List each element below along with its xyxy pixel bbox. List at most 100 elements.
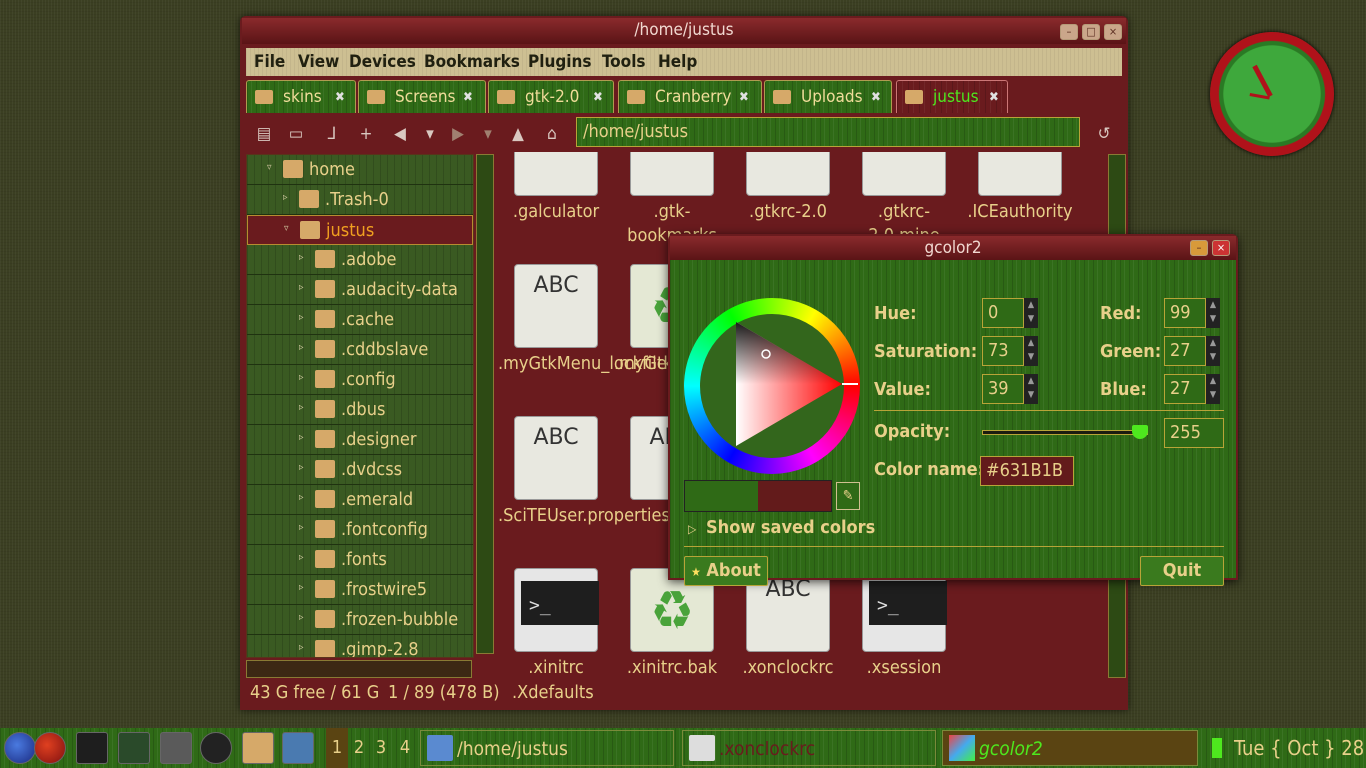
tree-item[interactable]: ▹ .dvdcss: [247, 455, 473, 485]
down-icon[interactable]: ▾: [420, 124, 440, 144]
expand-arrow-icon[interactable]: ▹: [299, 252, 309, 263]
opacity-spin[interactable]: 255: [1164, 418, 1224, 448]
back-icon[interactable]: ◀: [390, 124, 410, 144]
file-item[interactable]: .myGtkMenu_lockfile: [498, 252, 667, 382]
file-item[interactable]: .gtkrc-2.0: [730, 152, 846, 230]
close-button[interactable]: ×: [1104, 24, 1122, 40]
tab-skins[interactable]: skins ✖: [246, 80, 356, 113]
color-name-input[interactable]: #631B1B: [980, 456, 1074, 486]
tree-item[interactable]: ▹ .frozen-bubble: [247, 605, 473, 635]
expand-arrow-icon[interactable]: ▹: [299, 612, 309, 623]
menu-devices[interactable]: Devices: [349, 48, 416, 76]
red-spin[interactable]: 99: [1164, 298, 1206, 328]
workspace-4[interactable]: 4: [394, 728, 416, 768]
opacity-slider[interactable]: [982, 430, 1148, 435]
minimize-button[interactable]: –: [1190, 240, 1208, 256]
hue-spin[interactable]: 0: [982, 298, 1024, 328]
camera-icon[interactable]: [200, 732, 232, 764]
menu-tools[interactable]: Tools: [602, 48, 646, 76]
expand-arrow-icon[interactable]: ▹: [299, 522, 309, 533]
quit-button[interactable]: Quit: [1140, 556, 1224, 586]
tree-item[interactable]: ▹ .adobe: [247, 245, 473, 275]
menu-bookmarks[interactable]: Bookmarks: [424, 48, 520, 76]
expand-arrow-icon[interactable]: ▹: [299, 342, 309, 353]
forward-icon[interactable]: ▶: [448, 124, 468, 144]
color-triangle[interactable]: [684, 298, 860, 474]
collapse-arrow-icon[interactable]: ▿: [267, 162, 277, 173]
calculator-icon[interactable]: [160, 732, 192, 764]
close-tab-icon[interactable]: ✖: [463, 81, 473, 114]
tree-item[interactable]: ▹ .cddbslave: [247, 335, 473, 365]
expand-arrow-icon[interactable]: ▹: [299, 312, 309, 323]
menu-plugins[interactable]: Plugins: [528, 48, 592, 76]
taskbar-clock[interactable]: Tue { Oct } 28: [1200, 728, 1366, 768]
up-icon[interactable]: ▲: [508, 124, 528, 144]
close-tab-icon[interactable]: ✖: [593, 81, 603, 114]
file-item[interactable]: .gtk-bookmarks: [614, 152, 730, 246]
green-spin[interactable]: 27: [1164, 336, 1206, 366]
tree-item[interactable]: ▹ .config: [247, 365, 473, 395]
expand-arrow-icon[interactable]: ▹: [299, 432, 309, 443]
drive-icon[interactable]: ▭: [286, 124, 306, 144]
tree-item[interactable]: ▹ .audacity-data: [247, 275, 473, 305]
saturation-stepper-icon[interactable]: ▲ ▼: [1024, 336, 1038, 366]
green-stepper-icon[interactable]: ▲ ▼: [1206, 336, 1220, 366]
apps-icon[interactable]: [34, 732, 66, 764]
tree-item[interactable]: ▿ justus: [247, 215, 473, 245]
workspace-3[interactable]: 3: [370, 728, 392, 768]
opacity-slider-handle[interactable]: [1132, 425, 1148, 439]
about-button[interactable]: ★ About: [684, 556, 768, 586]
expand-arrow-icon[interactable]: ▹: [299, 642, 309, 653]
task-file-manager[interactable]: /home/justus: [420, 730, 674, 766]
home-icon[interactable]: ⌂: [542, 124, 562, 144]
tab-screens[interactable]: Screens ✖: [358, 80, 486, 113]
color-wheel[interactable]: [684, 298, 860, 474]
tree-item[interactable]: ▹ .fontconfig: [247, 515, 473, 545]
value-stepper-icon[interactable]: ▲ ▼: [1024, 374, 1038, 404]
file-item[interactable]: .xinitrc: [498, 556, 614, 676]
close-tab-icon[interactable]: ✖: [739, 81, 749, 114]
show-saved-colors[interactable]: Show saved colors: [706, 514, 875, 542]
tree-item[interactable]: ▹ .gimp-2.8: [247, 635, 473, 657]
tree-item[interactable]: ▹ .cache: [247, 305, 473, 335]
tree-item[interactable]: ▹ .frostwire5: [247, 575, 473, 605]
close-button[interactable]: ×: [1212, 240, 1230, 256]
task-gcolor2[interactable]: gcolor2: [942, 730, 1198, 766]
eyedropper-button[interactable]: ✎: [836, 482, 860, 510]
list-view-icon[interactable]: ▤: [254, 124, 274, 144]
terminal-icon[interactable]: [76, 732, 108, 764]
expander-arrow-icon[interactable]: ▷: [688, 522, 696, 536]
tree-item[interactable]: ▹ .designer: [247, 425, 473, 455]
expand-arrow-icon[interactable]: ▹: [299, 402, 309, 413]
saturation-spin[interactable]: 73: [982, 336, 1024, 366]
file-item[interactable]: .ICEauthority: [962, 152, 1078, 230]
task-xonclockrc[interactable]: .xonclockrc: [682, 730, 936, 766]
expand-arrow-icon[interactable]: ▹: [299, 372, 309, 383]
hue-stepper-icon[interactable]: ▲ ▼: [1024, 298, 1038, 328]
window-title[interactable]: /home/justus: [242, 18, 1126, 44]
workspace-2[interactable]: 2: [348, 728, 370, 768]
tree-item[interactable]: ▹ .fonts: [247, 545, 473, 575]
expand-arrow-icon[interactable]: ▹: [299, 282, 309, 293]
network-icon[interactable]: [282, 732, 314, 764]
down-arrow-icon[interactable]: ▾: [478, 124, 498, 144]
terminal-icon[interactable]: ⅃: [322, 124, 342, 144]
expand-arrow-icon[interactable]: ▹: [299, 492, 309, 503]
workspace-1[interactable]: 1: [326, 728, 348, 768]
reload-icon[interactable]: ↺: [1094, 124, 1114, 144]
tree-scrollbar[interactable]: [476, 154, 494, 654]
blue-spin[interactable]: 27: [1164, 374, 1206, 404]
close-tab-icon[interactable]: ✖: [989, 81, 999, 114]
maximize-button[interactable]: □: [1082, 24, 1100, 40]
close-tab-icon[interactable]: ✖: [335, 81, 345, 114]
new-folder-icon[interactable]: +: [356, 124, 376, 144]
tree-item[interactable]: ▿ home: [247, 155, 473, 185]
tab-justus[interactable]: justus ✖: [896, 80, 1008, 113]
location-bar[interactable]: /home/justus: [576, 117, 1080, 147]
tab-uploads[interactable]: Uploads ✖: [764, 80, 892, 113]
red-stepper-icon[interactable]: ▲ ▼: [1206, 298, 1220, 328]
gcolor-title[interactable]: gcolor2: [670, 236, 1236, 260]
menu-icon[interactable]: [4, 732, 36, 764]
file-item[interactable]: .galculator: [498, 152, 614, 230]
media-icon[interactable]: [118, 732, 150, 764]
